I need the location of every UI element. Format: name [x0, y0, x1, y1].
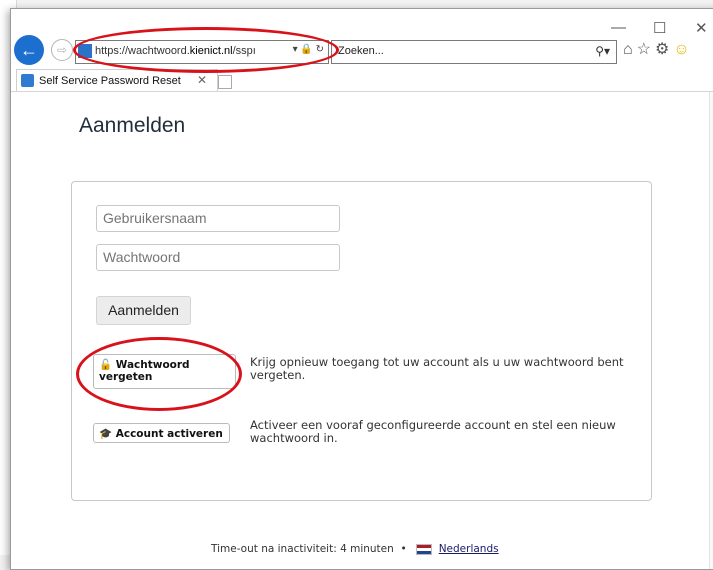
- search-input[interactable]: Zoeken...: [338, 45, 384, 57]
- timeout-text: Time-out na inactiviteit: 4 minuten: [211, 543, 394, 555]
- dutch-flag-icon: [416, 543, 433, 555]
- close-window-button[interactable]: ✕: [695, 19, 708, 37]
- page-scrollbar[interactable]: ⌃: [709, 92, 713, 569]
- username-field[interactable]: [96, 205, 340, 232]
- annotation-circle-address: [73, 27, 339, 73]
- search-box[interactable]: Zoeken... ⚲▾: [331, 40, 617, 64]
- page-footer: Time-out na inactiviteit: 4 minuten • Ne…: [211, 543, 499, 555]
- footer-bullet: •: [400, 543, 407, 555]
- activate-account-button[interactable]: 🎓 Account activeren: [93, 423, 230, 443]
- back-button[interactable]: ←: [14, 35, 44, 65]
- arrow-right-icon: ⇨: [56, 43, 68, 57]
- password-field[interactable]: [96, 244, 340, 271]
- home-icon[interactable]: ⌂: [623, 41, 637, 58]
- forward-button[interactable]: ⇨: [51, 39, 73, 61]
- gear-icon[interactable]: ⚙: [655, 41, 673, 58]
- page-content: Aanmelden Aanmelden 🔓 Wachtwoord vergete…: [11, 92, 713, 569]
- minimize-button[interactable]: —: [611, 19, 626, 36]
- browser-window: — ☐ ✕ ← ⇨ https://wachtwoord.kienict.nl/…: [10, 8, 713, 570]
- new-tab-button[interactable]: [218, 75, 232, 89]
- page-title: Aanmelden: [79, 114, 186, 137]
- language-link[interactable]: Nederlands: [439, 543, 499, 555]
- login-button[interactable]: Aanmelden: [96, 296, 191, 325]
- star-icon[interactable]: ☆: [637, 41, 655, 58]
- arrow-left-icon: ←: [20, 40, 38, 60]
- graduation-cap-icon: 🎓: [99, 428, 113, 440]
- activate-account-description: Activeer een vooraf geconfigureerde acco…: [250, 418, 616, 445]
- tab-title: Self Service Password Reset: [39, 75, 181, 87]
- maximize-button[interactable]: ☐: [653, 19, 666, 37]
- close-tab-icon[interactable]: ✕: [197, 73, 207, 87]
- toolbar-icons: ⌂☆⚙☺: [623, 39, 694, 59]
- search-icon[interactable]: ⚲▾: [595, 44, 610, 58]
- activate-account-label: Account activeren: [115, 428, 223, 440]
- smiley-icon[interactable]: ☺: [673, 41, 693, 58]
- forgot-password-description: Krijg opnieuw toegang tot uw account als…: [250, 355, 624, 382]
- tab-favicon-icon: [21, 74, 34, 87]
- annotation-circle-forgot: [76, 337, 242, 411]
